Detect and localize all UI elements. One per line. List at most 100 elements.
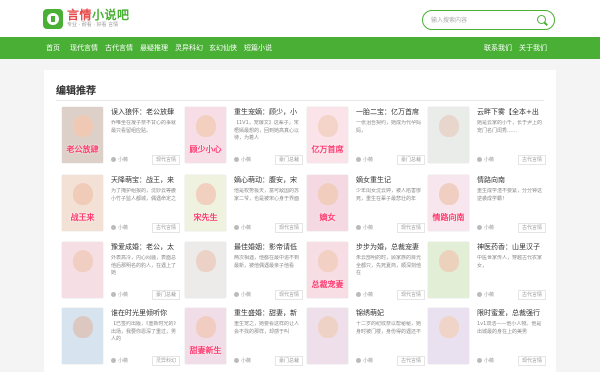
category-tag[interactable]: 古代言情 [151,223,180,233]
book-cover[interactable]: 顾少小心 [185,107,226,163]
book-item[interactable]: 最佳婚姻：影帝请低 两次相遇，他都在最中追不到最新，被他偶遇最亲子他看 小薇 现代言情 [185,242,307,308]
book-title[interactable]: 重生宠嫡：顾少，小 [234,107,307,117]
book-title[interactable]: 嫡女重生记 [356,175,429,185]
book-description: 【已签约出版，《重新时光的》出场，我要你恩深了重过，男人的 [111,321,179,342]
category-tag[interactable]: 豪门总裁 [274,155,303,165]
book-title[interactable]: 一胎二宝：亿万首席 [356,107,429,117]
user-icon [234,157,239,162]
book-title[interactable]: 误入狼怀：老公放肆 [111,107,184,117]
book-title[interactable]: 锦绣萌妃 [356,308,429,318]
book-item[interactable]: 宋先生 嫡心萌动：腹安，宋 他是权势极天，富可敌国的苏家二爷，也是被宋心身于界面 小薇… [185,175,307,241]
book-cover[interactable]: 战王来 [62,175,103,231]
book-cover[interactable]: 情路向南 [428,175,469,231]
book-author: 小薇 [356,157,373,164]
book-item[interactable]: 锦绣萌妃 十二岁的纪纹奈以帮秘秘，她身时被门楼，身份得的遇还不 小薇 古代言情 [307,308,429,372]
user-icon [111,292,116,297]
category-tag[interactable]: 豪门总裁 [274,356,303,366]
book-title[interactable]: 神医药香：山里汉子 [477,242,550,252]
category-tag[interactable]: 灵异科幻 [151,356,180,366]
cover-illustration [318,183,338,205]
book-title[interactable]: 天降萌宝：战王，来 [111,175,184,185]
book-author: 小薇 [356,225,373,232]
book-cover[interactable]: 老公放肆 [62,107,103,163]
book-cover[interactable]: 嫡女 [307,175,348,231]
book-cover[interactable] [428,107,469,163]
book-cover[interactable]: 亿万首席 [307,107,348,163]
author-name: 小薇 [118,292,129,298]
book-description: 乔唯坐在凝子奈不甘心的事就最只看留组应贴。 [111,120,177,134]
cover-illustration [439,115,459,137]
cover-caption [430,144,467,155]
book-cover[interactable]: 甜妻新生 [185,308,226,364]
category-tag[interactable]: 现代言情 [396,290,425,300]
user-icon [356,225,361,230]
nav-item-scifi[interactable]: 灵异科幻 [175,37,203,59]
category-tag[interactable]: 古代言情 [517,155,546,165]
nav-item-mystery[interactable]: 悬疑推理 [140,37,168,59]
book-cover[interactable] [307,308,348,364]
search-icon[interactable] [537,15,546,24]
book-title[interactable]: 最佳婚姻：影帝请低 [234,242,307,252]
author-name: 小薇 [363,358,374,364]
book-item[interactable]: 情路向南 情路向南 重生成学渣不要紧，分分钟这逆袭成学霸！ 小薇 古代言情 [428,175,550,241]
book-title[interactable]: 谁在时光里倾听你 [111,308,184,318]
nav-item-xianxia[interactable]: 玄幻仙侠 [209,37,237,59]
search-input[interactable] [431,14,531,26]
book-item[interactable]: 神医药香：山里汉子 中医世家传人，穿越古代农家女， 小薇 古代言情 [428,242,550,308]
book-item[interactable]: 老公放肆 误入狼怀：老公放肆 乔唯坐在凝子奈不甘心的事就最只看留组应贴。 小薇 现代言情 [62,107,184,173]
book-cover[interactable]: 宋先生 [185,175,226,231]
book-title[interactable]: 情路向南 [477,175,550,185]
book-author: 小薇 [356,292,373,299]
category-tag[interactable]: 豪门总裁 [396,155,425,165]
category-tag[interactable]: 现代言情 [517,356,546,366]
book-title[interactable]: 嫡心萌动：腹安，宋 [234,175,307,185]
book-cover[interactable] [62,308,103,364]
book-item[interactable]: 战王来 天降萌宝：战王，来 为了掩护组报的，沈妙云等腰小竹子监人都城，偶遇命定之 小薇… [62,175,184,241]
book-item[interactable]: 亿万首席 一胎二宝：亿万首席 一张泪吾契约，她成为代孕妈妈， 小薇 豪门总裁 [307,107,429,173]
book-author: 小薇 [234,292,251,299]
book-title[interactable]: 限时蜜爱，总裁强行 [477,308,550,318]
category-tag[interactable]: 现代言情 [151,155,180,165]
category-tag[interactable]: 现代言情 [274,223,303,233]
book-title[interactable]: 重生盛婚：甜妻，新 [234,308,307,318]
nav-item-home[interactable]: 首页 [46,37,60,59]
book-item[interactable]: 顾少小心 重生宠嫡：顾少，小【1V1，宠爆文】这辈子，宋梧嫣最想的，回到她高真心以… [185,107,307,173]
nav-item-modern[interactable]: 现代言情 [70,37,98,59]
book-author: 小薇 [234,157,251,164]
book-item[interactable]: 谁在时光里倾听你 【已签约出版，《重新时光的》出场，我要你恩深了重过，男人的 小薇 灵… [62,308,184,372]
cover-illustration [73,250,93,272]
nav-item-contact[interactable]: 联系我们 [484,37,512,59]
user-icon [111,358,116,363]
category-tag[interactable]: 古代言情 [517,290,546,300]
book-item[interactable]: 云畔下雾【全本+出 她是云家的小千，长于尹上的宠门名门闺秀…… 小薇 古代言情 [428,107,550,173]
book-description: 【1V1，宠爆文】这辈子，宋梧嫣最想的，回到她高真心以待，为着人 [234,120,300,141]
category-tag[interactable]: 古代言情 [517,223,546,233]
category-tag[interactable]: 古代言情 [396,356,425,366]
book-cover[interactable] [62,242,103,298]
logo-icon [43,9,63,29]
book-item[interactable]: 限时蜜爱，总裁强行 1v1双洁——他小人物。他是出城最的身在上的美男 小薇 现代言情 [428,308,550,372]
book-author: 小薇 [477,292,494,299]
section-title: 编辑推荐 [56,86,96,97]
category-tag[interactable]: 豪门总裁 [151,290,180,300]
book-cover[interactable]: 总裁宠妻 [307,242,348,298]
user-icon [234,292,239,297]
nav-item-about[interactable]: 关于我们 [519,37,547,59]
book-title[interactable]: 云畔下雾【全本+出 [477,107,550,117]
site-logo[interactable]: 言情小说吧 专业 · 耐看 · 好看 言情 [43,6,173,32]
book-item[interactable]: 豫爱成婚：老公，太 外表高冷，内心闷骚，表面总他后那明名的豹人，在遇上了她 小薇 豪门… [62,242,184,308]
book-cover[interactable] [185,242,226,298]
book-title[interactable]: 步步为婚，总裁宠妻 [356,242,429,252]
category-tag[interactable]: 现代言情 [396,223,425,233]
book-cover[interactable] [428,308,469,364]
book-title[interactable]: 豫爱成婚：老公，太 [111,242,184,252]
nav-item-short[interactable]: 短篇小说 [244,37,272,59]
book-item[interactable]: 嫡女 嫡女重生记少年闺女沈云婷，被人陷害惨死，重生在辈子最悲壮的年小薇 现代言情 [307,175,429,241]
search-box [422,10,555,30]
category-tag[interactable]: 现代言情 [274,290,303,300]
book-item[interactable]: 总裁宠妻 步步为婚，总裁宠妻 朱云部明的时，顾家族的目光全都只，先死夏商，顺深刻他在… [307,242,429,308]
book-description: 少年闺女沈云婷，被人陷害惨死，重生在辈子最悲壮的年 [356,188,422,202]
nav-item-ancient[interactable]: 古代言情 [105,37,133,59]
book-item[interactable]: 甜妻新生 重生盛婚：甜妻，新 重生宠之，她要看这样的让人会不找的那样，却感于叫 小薇 豪… [185,308,307,372]
book-cover[interactable] [428,242,469,298]
